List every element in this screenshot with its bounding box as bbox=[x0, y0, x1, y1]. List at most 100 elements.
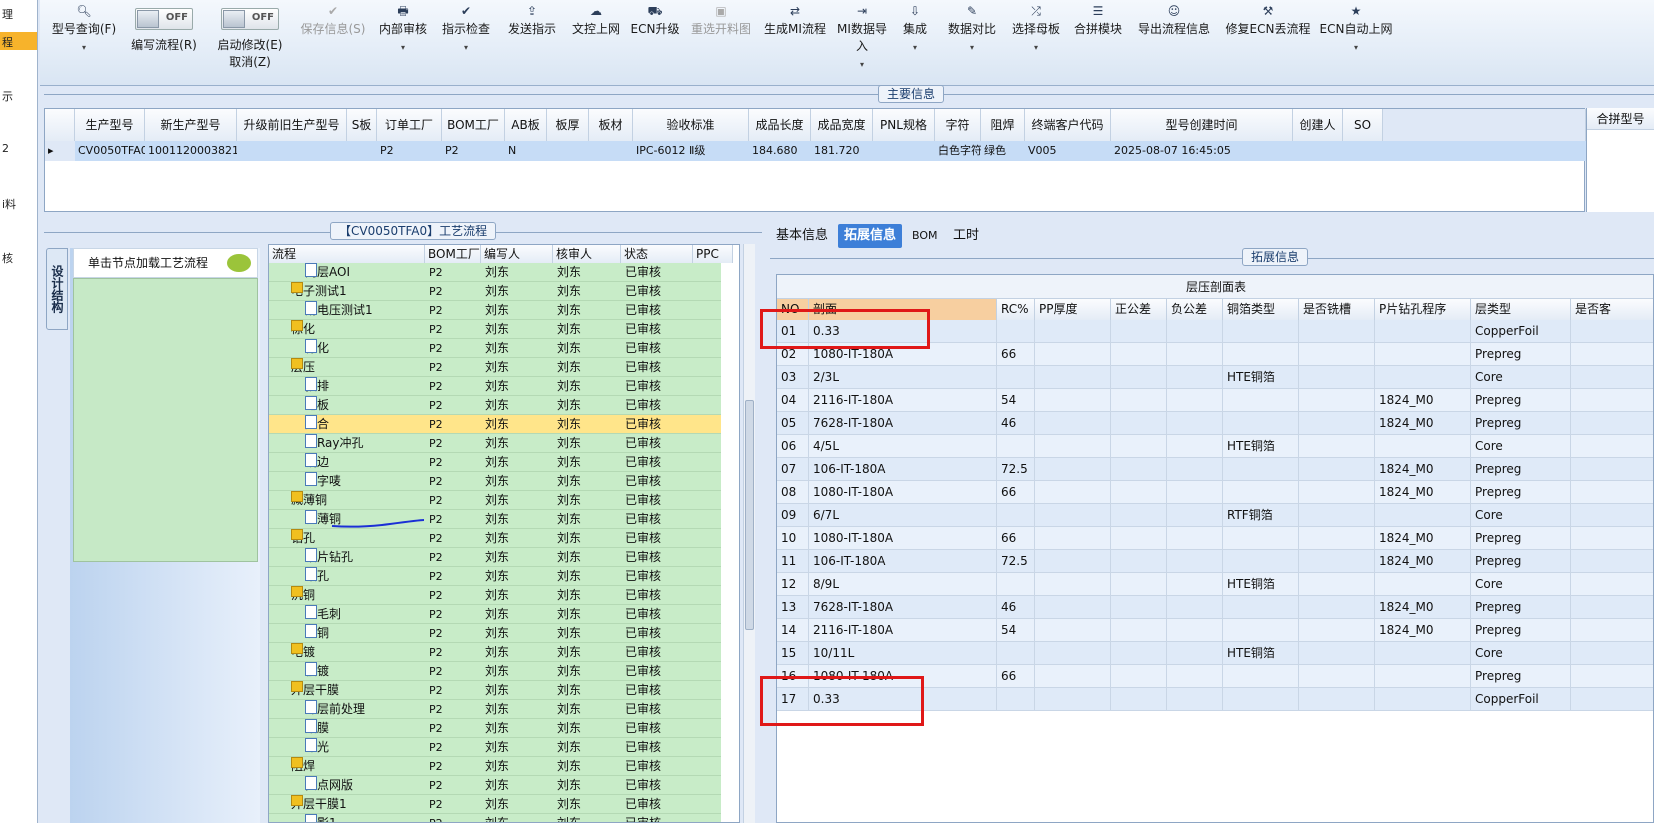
column-header[interactable]: 是否铣槽 bbox=[1299, 299, 1375, 320]
toolbar-button[interactable]: ⤮ 选择母板 ▾ bbox=[1008, 2, 1064, 64]
layer-cell[interactable] bbox=[1035, 435, 1111, 458]
column-header[interactable]: 成品宽度 bbox=[811, 109, 873, 141]
layer-cell[interactable]: 66 bbox=[997, 481, 1035, 504]
toolbar-button[interactable]: ⇥ MI数据导入 ▾ bbox=[832, 2, 892, 69]
flow-row[interactable]: 预排 P2 刘东 刘东 已审核 bbox=[269, 377, 721, 396]
column-header[interactable]: 成品长度 bbox=[749, 109, 811, 141]
column-header[interactable]: 核审人 bbox=[553, 245, 621, 263]
flow-node[interactable]: −层压 bbox=[291, 358, 315, 377]
grid-cell[interactable] bbox=[1343, 141, 1383, 161]
flow-row[interactable]: 板镀 P2 刘东 刘东 已审核 bbox=[269, 662, 721, 681]
left-nav-item[interactable]: i料 bbox=[2, 196, 16, 212]
layer-cell[interactable] bbox=[1167, 481, 1223, 504]
column-header[interactable]: 流程 bbox=[269, 245, 425, 263]
left-nav-item[interactable]: 理 bbox=[2, 6, 13, 22]
toolbar-button[interactable]: ⛟ ECN升级 bbox=[630, 2, 680, 64]
flow-row[interactable]: −减薄铜 P2 刘东 刘东 已审核 bbox=[269, 491, 721, 510]
column-header[interactable]: SO bbox=[1343, 109, 1383, 141]
design-structure-tab[interactable]: 设计结构 bbox=[46, 248, 68, 330]
layer-cell[interactable] bbox=[1375, 435, 1471, 458]
layer-cell[interactable] bbox=[1223, 619, 1299, 642]
flow-node[interactable]: −减薄铜 bbox=[291, 491, 327, 510]
flow-row[interactable]: −层压 P2 刘东 刘东 已审核 bbox=[269, 358, 721, 377]
column-header[interactable]: 阻焊 bbox=[981, 109, 1025, 141]
toolbar-button[interactable]: 🔍︎ 型号查询(F) ▾ bbox=[48, 2, 120, 64]
layer-cell[interactable] bbox=[1223, 596, 1299, 619]
left-nav-item[interactable]: 2 bbox=[2, 142, 9, 155]
toolbar-button[interactable]: ★ ECN自动上网 ▾ bbox=[1318, 2, 1394, 64]
layer-cell[interactable]: CopperFoil bbox=[1471, 320, 1571, 343]
flow-row[interactable]: −沉铜 P2 刘东 刘东 已审核 bbox=[269, 586, 721, 605]
layer-cell[interactable]: HTE铜箔 bbox=[1223, 435, 1299, 458]
grid-cell[interactable]: IPC-6012 Ⅱ级 bbox=[633, 141, 749, 161]
layer-cell[interactable]: 54 bbox=[997, 389, 1035, 412]
flow-node[interactable]: 曝光 bbox=[305, 738, 329, 757]
layer-cell[interactable] bbox=[1571, 458, 1653, 481]
flow-row[interactable]: −电镀 P2 刘东 刘东 已审核 bbox=[269, 643, 721, 662]
layer-cell[interactable]: 06 bbox=[777, 435, 809, 458]
column-header[interactable]: 验收标准 bbox=[633, 109, 749, 141]
flow-node[interactable]: 棕化 bbox=[305, 339, 329, 358]
layer-cell[interactable] bbox=[1571, 596, 1653, 619]
layer-cell[interactable] bbox=[1299, 320, 1375, 343]
layer-cell[interactable]: 1824_M0 bbox=[1375, 619, 1471, 642]
flow-row[interactable]: 棕化 P2 刘东 刘东 已审核 bbox=[269, 339, 721, 358]
layer-cell[interactable]: 10/11L bbox=[809, 642, 997, 665]
layer-cell[interactable] bbox=[1375, 642, 1471, 665]
chevron-down-icon[interactable]: ▾ bbox=[832, 60, 892, 69]
toggle-switch[interactable]: OFF bbox=[135, 8, 193, 30]
column-header[interactable]: AB板 bbox=[505, 109, 547, 141]
layer-cell[interactable]: Core bbox=[1471, 573, 1571, 596]
layer-cell[interactable]: Core bbox=[1471, 366, 1571, 389]
flow-row[interactable]: 贴膜 P2 刘东 刘东 已审核 bbox=[269, 719, 721, 738]
layer-cell[interactable] bbox=[1375, 504, 1471, 527]
toolbar-button[interactable]: ✔ 保存信息(S) bbox=[294, 2, 372, 64]
layer-cell[interactable] bbox=[1035, 343, 1111, 366]
column-header[interactable]: P片钻孔程序 bbox=[1375, 299, 1471, 320]
layer-row[interactable]: 06 4/5L HTE铜箔 Core bbox=[777, 435, 1653, 458]
layer-cell[interactable] bbox=[1035, 481, 1111, 504]
layer-cell[interactable] bbox=[1571, 412, 1653, 435]
layer-cell[interactable] bbox=[1111, 504, 1167, 527]
chevron-down-icon[interactable]: ▾ bbox=[1008, 43, 1064, 52]
row-indicator[interactable]: ▸ bbox=[45, 141, 75, 161]
column-header[interactable]: 创建人 bbox=[1293, 109, 1343, 141]
layer-cell[interactable]: 1824_M0 bbox=[1375, 550, 1471, 573]
layer-cell[interactable]: RTF铜箔 bbox=[1223, 504, 1299, 527]
layer-cell[interactable]: 11 bbox=[777, 550, 809, 573]
layer-cell[interactable] bbox=[1299, 389, 1375, 412]
flow-row[interactable]: −外层干膜1 P2 刘东 刘东 已审核 bbox=[269, 795, 721, 814]
layer-cell[interactable]: 03 bbox=[777, 366, 809, 389]
flow-row[interactable]: 显影1 P2 刘东 刘东 已审核 bbox=[269, 814, 721, 822]
layer-row[interactable]: 13 7628-IT-180A 46 1824_M0 Prepreg bbox=[777, 596, 1653, 619]
chevron-down-icon[interactable]: ▾ bbox=[894, 43, 936, 52]
layer-cell[interactable]: 1824_M0 bbox=[1375, 389, 1471, 412]
layer-cell[interactable]: Prepreg bbox=[1471, 389, 1571, 412]
layer-cell[interactable]: 2/3L bbox=[809, 366, 997, 389]
layer-cell[interactable] bbox=[1223, 688, 1299, 711]
flow-row[interactable]: 钻孔 P2 刘东 刘东 已审核 bbox=[269, 567, 721, 586]
toolbar-button[interactable]: ☺ 导出流程信息 bbox=[1130, 2, 1218, 64]
layer-cell[interactable]: Prepreg bbox=[1471, 458, 1571, 481]
layer-cell[interactable]: 10 bbox=[777, 527, 809, 550]
layer-cell[interactable] bbox=[1111, 366, 1167, 389]
layer-cell[interactable] bbox=[1223, 665, 1299, 688]
toolbar-button[interactable]: OFF 编写流程(R) bbox=[128, 2, 200, 64]
layer-cell[interactable]: 1824_M0 bbox=[1375, 412, 1471, 435]
layer-cell[interactable] bbox=[1167, 320, 1223, 343]
layer-cell[interactable] bbox=[1299, 366, 1375, 389]
layer-cell[interactable] bbox=[1167, 389, 1223, 412]
column-header[interactable]: 终端客户代码 bbox=[1025, 109, 1111, 141]
layer-cell[interactable]: Prepreg bbox=[1471, 619, 1571, 642]
tab-extended-info[interactable]: 拓展信息 bbox=[838, 224, 903, 248]
layer-cell[interactable]: 106-IT-180A bbox=[809, 458, 997, 481]
flow-node[interactable]: 耐电压测试1 bbox=[305, 301, 373, 320]
grid-cell[interactable]: 白色字符 bbox=[935, 141, 981, 161]
layer-cell[interactable] bbox=[1571, 389, 1653, 412]
layer-row[interactable]: 14 2116-IT-180A 54 1824_M0 Prepreg bbox=[777, 619, 1653, 642]
layer-cell[interactable] bbox=[1035, 320, 1111, 343]
column-header[interactable]: 负公差 bbox=[1167, 299, 1223, 320]
column-header[interactable]: S板 bbox=[347, 109, 377, 141]
layer-cell[interactable] bbox=[1299, 435, 1375, 458]
column-header[interactable]: 层类型 bbox=[1471, 299, 1571, 320]
